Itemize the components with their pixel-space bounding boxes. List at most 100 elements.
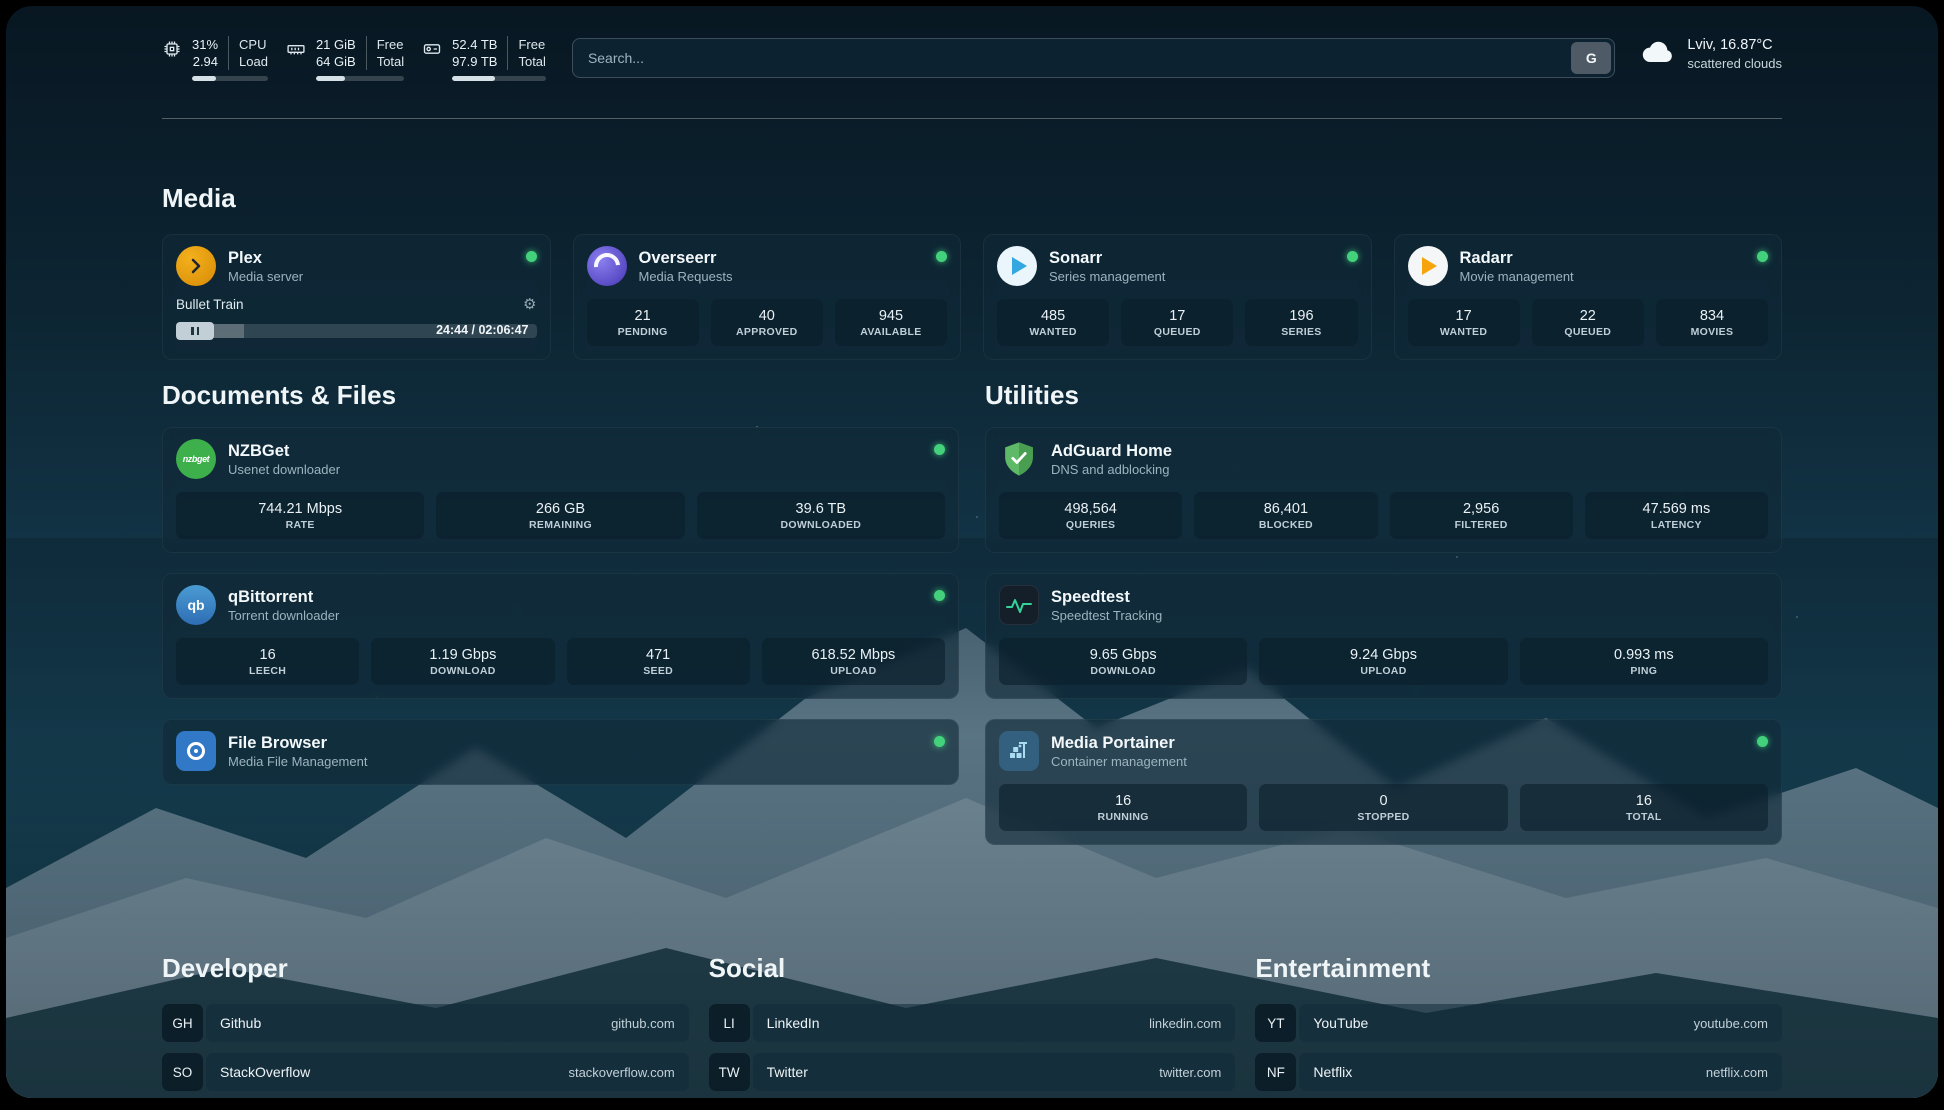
nzbget-subtitle: Usenet downloader <box>228 462 922 478</box>
bookmark-stackoverflow[interactable]: SO StackOverflowstackoverflow.com <box>162 1053 689 1091</box>
section-developer: Developer GH Githubgithub.com SO StackOv… <box>162 953 689 1098</box>
nzbget-card[interactable]: nzbget NZBGet Usenet downloader 744.21 M… <box>162 427 959 553</box>
twitter-abbr-icon: TW <box>709 1053 750 1091</box>
bookmark-linkedin[interactable]: LI LinkedInlinkedin.com <box>709 1004 1236 1042</box>
top-bar: 31%2.94 CPULoad <box>162 6 1782 84</box>
sonarr-name: Sonarr <box>1049 248 1335 269</box>
settings-gear-icon[interactable]: ⚙ <box>523 297 536 312</box>
stackoverflow-abbr-icon: SO <box>162 1053 203 1091</box>
sonarr-icon <box>997 246 1037 286</box>
stat-approved: 40 APPROVED <box>711 299 823 346</box>
filebrowser-name: File Browser <box>228 733 922 754</box>
stat-ping: 0.993 ms PING <box>1520 638 1768 685</box>
stat-seed: 471 SEED <box>567 638 750 685</box>
disk-widget: 52.4 TB97.9 TB FreeTotal <box>422 36 546 81</box>
cpu-progress-bar <box>192 76 268 81</box>
portainer-icon <box>999 731 1039 771</box>
portainer-name: Media Portainer <box>1051 733 1745 754</box>
github-abbr-icon: GH <box>162 1004 203 1042</box>
disk-icon <box>422 39 442 81</box>
stat-available: 945 AVAILABLE <box>835 299 947 346</box>
stat-upload: 9.24 Gbps UPLOAD <box>1259 638 1507 685</box>
memory-widget: 21 GiB64 GiB FreeTotal <box>286 36 404 81</box>
search-provider-button[interactable]: G <box>1571 42 1611 74</box>
overseerr-name: Overseerr <box>639 248 925 269</box>
bookmark-twitter[interactable]: TW Twittertwitter.com <box>709 1053 1236 1091</box>
stat-wanted: 485 WANTED <box>997 299 1109 346</box>
qbittorrent-name: qBittorrent <box>228 587 922 608</box>
youtube-abbr-icon: YT <box>1255 1004 1296 1042</box>
sonarr-subtitle: Series management <box>1049 269 1335 285</box>
stat-running: 16 RUNNING <box>999 784 1247 831</box>
qbittorrent-icon: qb <box>176 585 216 625</box>
overseerr-icon <box>587 246 627 286</box>
memory-labels: FreeTotal <box>366 36 404 70</box>
search-bar: G <box>572 38 1615 78</box>
disk-labels: FreeTotal <box>507 36 545 70</box>
nzbget-icon: nzbget <box>176 439 216 479</box>
filebrowser-subtitle: Media File Management <box>228 754 922 770</box>
section-entertainment: Entertainment YT YouTubeyoutube.com NF N… <box>1255 953 1782 1098</box>
cpu-widget: 31%2.94 CPULoad <box>162 36 268 81</box>
plex-icon <box>176 246 216 286</box>
pause-button[interactable] <box>176 322 214 340</box>
nzbget-name: NZBGet <box>228 441 922 462</box>
header-divider <box>162 118 1782 119</box>
stat-downloaded: 39.6 TB DOWNLOADED <box>697 492 945 539</box>
stat-upload: 618.52 Mbps UPLOAD <box>762 638 945 685</box>
stat-blocked: 86,401 BLOCKED <box>1194 492 1377 539</box>
stat-queued: 22 QUEUED <box>1532 299 1644 346</box>
cpu-icon <box>162 39 182 81</box>
linkedin-abbr-icon: LI <box>709 1004 750 1042</box>
portainer-card[interactable]: Media Portainer Container management 16 … <box>985 719 1782 845</box>
plex-card[interactable]: Plex Media server Bullet Train ⚙ <box>162 234 551 360</box>
section-title-utilities: Utilities <box>985 380 1782 411</box>
cloud-icon <box>1641 39 1675 70</box>
overseerr-subtitle: Media Requests <box>639 269 925 285</box>
portainer-status-indicator <box>1757 736 1768 747</box>
nzbget-status-indicator <box>934 444 945 455</box>
stat-latency: 47.569 ms LATENCY <box>1585 492 1768 539</box>
weather-location: Lviv, 16.87°C <box>1687 36 1782 55</box>
search-input[interactable] <box>576 50 1571 66</box>
adguard-subtitle: DNS and adblocking <box>1051 462 1768 478</box>
bookmark-github[interactable]: GH Githubgithub.com <box>162 1004 689 1042</box>
section-utilities: Utilities AdGuard Home <box>985 380 1782 865</box>
bookmark-youtube[interactable]: YT YouTubeyoutube.com <box>1255 1004 1782 1042</box>
radarr-icon <box>1408 246 1448 286</box>
qbittorrent-card[interactable]: qb qBittorrent Torrent downloader 16 LEE… <box>162 573 959 699</box>
section-title-documents: Documents & Files <box>162 380 959 411</box>
stat-series: 196 SERIES <box>1245 299 1357 346</box>
radarr-subtitle: Movie management <box>1460 269 1746 285</box>
weather-widget: Lviv, 16.87°C scattered clouds <box>1641 36 1782 72</box>
filebrowser-card[interactable]: File Browser Media File Management <box>162 719 959 785</box>
stat-leech: 16 LEECH <box>176 638 359 685</box>
section-title-developer: Developer <box>162 953 689 984</box>
speedtest-card[interactable]: Speedtest Speedtest Tracking 9.65 Gbps D… <box>985 573 1782 699</box>
memory-progress-bar <box>316 76 404 81</box>
radarr-card[interactable]: Radarr Movie management 17 WANTED 22 QUE… <box>1394 234 1783 360</box>
playback-time: 24:44 / 02:06:47 <box>436 323 528 337</box>
bookmark-netflix[interactable]: NF Netflixnetflix.com <box>1255 1053 1782 1091</box>
qbittorrent-subtitle: Torrent downloader <box>228 608 922 624</box>
adguard-name: AdGuard Home <box>1051 441 1768 462</box>
section-title-entertainment: Entertainment <box>1255 953 1782 984</box>
overseerr-card[interactable]: Overseerr Media Requests 21 PENDING 40 A… <box>573 234 962 360</box>
section-documents: Documents & Files nzbget NZBGet Usenet d… <box>162 380 959 865</box>
plex-status-indicator <box>526 251 537 262</box>
section-title-media: Media <box>162 183 1782 214</box>
now-playing-title: Bullet Train <box>176 297 244 312</box>
disk-progress-bar <box>452 76 546 81</box>
stat-total: 16 TOTAL <box>1520 784 1768 831</box>
dashboard: 31%2.94 CPULoad <box>6 6 1938 1098</box>
cpu-values: 31%2.94 <box>192 36 228 70</box>
speedtest-subtitle: Speedtest Tracking <box>1051 608 1768 624</box>
qbittorrent-status-indicator <box>934 590 945 601</box>
radarr-status-indicator <box>1757 251 1768 262</box>
disk-values: 52.4 TB97.9 TB <box>452 36 507 70</box>
section-social: Social LI LinkedInlinkedin.com TW Twitte… <box>709 953 1236 1098</box>
sonarr-card[interactable]: Sonarr Series management 485 WANTED 17 Q… <box>983 234 1372 360</box>
speedtest-name: Speedtest <box>1051 587 1768 608</box>
speedtest-icon <box>999 585 1039 625</box>
adguard-card[interactable]: AdGuard Home DNS and adblocking 498,564 … <box>985 427 1782 553</box>
